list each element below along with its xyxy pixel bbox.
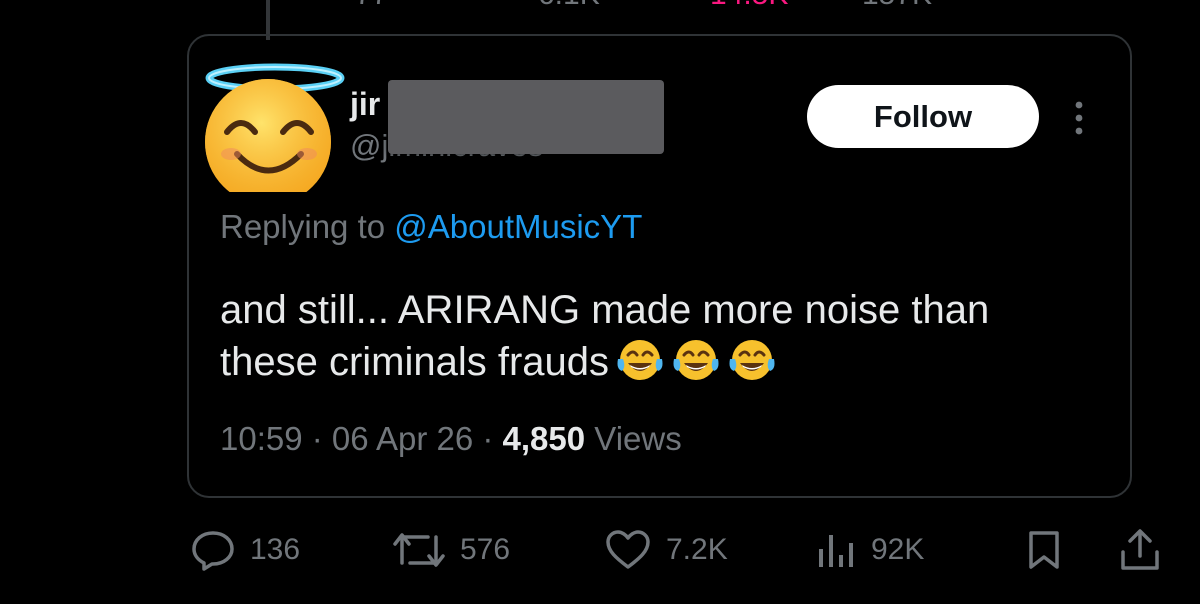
share-button[interactable] [1118,529,1162,570]
tears-of-joy-emoji-icon [617,340,663,380]
like-count: 7.2K [666,533,728,566]
replying-mention-link[interactable]: @AboutMusicYT [394,208,642,245]
redaction-box [388,80,664,154]
replying-to: Replying to @AboutMusicYT [220,208,642,246]
tweet-date[interactable]: 06 Apr 26 [332,420,473,457]
reply-count: 136 [250,533,301,566]
parent-like-count[interactable]: 14.5K [710,0,788,12]
replying-prefix: Replying to [220,208,395,245]
reply-button[interactable]: 136 [190,530,301,571]
parent-reply-count[interactable]: 77 [355,0,388,12]
parent-action-row: 77 6.1K 14.5K 157K [0,0,1200,12]
views-button[interactable]: 92K [815,530,924,570]
like-button[interactable]: 7.2K [604,530,728,570]
bookmark-button[interactable] [1026,530,1062,570]
avatar[interactable] [203,62,345,192]
tweet-time[interactable]: 10:59 [220,420,303,457]
more-icon[interactable] [1068,98,1090,138]
tweet-meta: 10:59 · 06 Apr 26 · 4,850 Views [220,420,682,458]
views-label: Views [585,420,682,457]
parent-repost-count[interactable]: 6.1K [538,0,600,12]
repost-button[interactable]: 576 [392,530,510,570]
repost-icon [393,533,445,567]
reply-icon [192,531,234,571]
tears-of-joy-emoji-icon [729,340,775,380]
bookmark-icon [1029,531,1059,569]
parent-views-count[interactable]: 157K [862,0,932,12]
author-name[interactable]: jir [350,86,380,123]
meta-separator: · [473,420,503,457]
views-count: 4,850 [502,420,586,457]
tears-of-joy-emoji-icon [673,340,719,380]
views-icon [819,535,853,567]
like-icon [606,530,650,569]
tweet-body: and still... ARIRANG made more noise tha… [220,288,990,384]
views-count-action: 92K [871,533,925,566]
meta-separator: · [302,420,332,457]
repost-count: 576 [460,533,511,566]
follow-button[interactable]: Follow [807,85,1039,148]
share-icon [1121,529,1159,570]
emoji-group [615,337,777,383]
tweet-text: and still... ARIRANG made more noise tha… [220,284,1080,388]
